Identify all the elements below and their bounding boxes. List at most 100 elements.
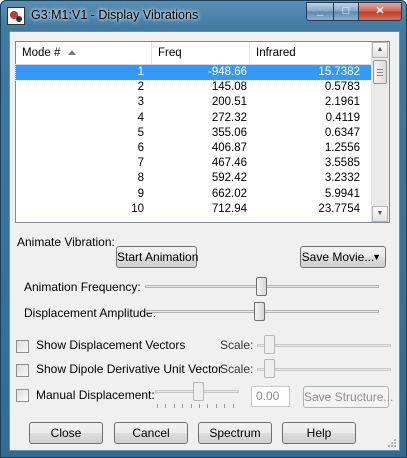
table-row[interactable]: 9 662.02 5.9941 [16, 187, 373, 202]
slider-tick [165, 404, 167, 408]
column-header-freq[interactable]: Freq [152, 42, 250, 64]
minimize-button[interactable]: _ [306, 2, 334, 21]
infrared-cell: 1.2556 [324, 141, 360, 154]
help-button[interactable]: Help [282, 422, 356, 444]
freq-cell: 406.87 [211, 141, 247, 154]
dropdown-arrow-icon: ▼ [372, 252, 381, 262]
grip-line [377, 75, 383, 76]
freq-cell: 200.51 [211, 96, 247, 109]
grip-line [377, 69, 383, 70]
mode-cell: 6 [137, 141, 144, 154]
scale-label-vectors: Scale: [220, 338, 254, 352]
infrared-cell: 0.6347 [324, 126, 360, 139]
table-row[interactable]: 2 145.08 0.5783 [16, 80, 373, 95]
scale-label-dipole: Scale: [220, 362, 254, 376]
title-bar[interactable]: G3:M1:V1 - Display Vibrations _ □ ✕ [1, 1, 406, 31]
slider-tick [215, 404, 217, 408]
infrared-cell: 2.1961 [324, 96, 360, 109]
window-title: G3:M1:V1 - Display Vibrations [31, 8, 199, 22]
save-movie-label: Save Movie... [301, 250, 375, 264]
freq-cell: 355.06 [211, 126, 247, 139]
slider-tick [157, 404, 158, 408]
infrared-cell: 3.2332 [324, 172, 360, 185]
animation-frequency-thumb[interactable] [256, 277, 267, 296]
table-row[interactable]: 4 272.32 0.4119 [16, 111, 373, 126]
column-label: Freq [158, 47, 182, 59]
column-label: Infrared [256, 47, 296, 59]
infrared-cell: 0.4119 [325, 111, 360, 124]
list-scrollbar[interactable]: ▲ ▼ [371, 42, 389, 222]
slider-tick [190, 404, 192, 408]
grip-line [377, 72, 383, 73]
slider-tick [207, 404, 209, 408]
list-rows: 1 -948.66 15.7382 2 145.08 0.5783 3 200.51 2.1… [15, 63, 374, 217]
table-row[interactable]: 3 200.51 2.1961 [16, 95, 373, 110]
infrared-cell: 0.5783 [324, 81, 360, 94]
save-structure-button[interactable]: Save Structure... [303, 386, 393, 408]
mode-cell: 3 [137, 96, 144, 109]
cancel-button[interactable]: Cancel [114, 422, 188, 444]
mode-cell: 5 [137, 126, 144, 139]
save-movie-button[interactable]: Save Movie... ▼ [300, 246, 386, 268]
scroll-thumb[interactable] [373, 60, 387, 84]
manual-displacement-checkbox[interactable] [16, 389, 29, 402]
freq-cell: 272.32 [211, 111, 247, 124]
scroll-up-icon[interactable]: ▲ [372, 42, 388, 58]
infrared-cell: 23.7754 [318, 202, 360, 215]
infrared-cell: 15.7382 [318, 66, 360, 78]
table-row[interactable]: 6 406.87 1.2556 [16, 141, 373, 156]
slider-tick [232, 404, 234, 408]
table-row[interactable]: 8 592.42 3.2332 [16, 171, 373, 186]
freq-cell: 712.94 [211, 202, 247, 215]
infrared-cell: 3.5585 [324, 157, 360, 170]
column-header-infrared[interactable]: Infrared [250, 42, 373, 64]
vector-scale-slider[interactable] [257, 344, 391, 347]
gaussview-app-icon [7, 7, 25, 25]
spectrum-button[interactable]: Spectrum [198, 422, 272, 444]
table-row[interactable]: 7 467.46 3.5585 [16, 156, 373, 171]
start-animation-button[interactable]: Start Animation [116, 246, 198, 268]
show-displacement-vectors-checkbox[interactable] [16, 340, 29, 353]
manual-displacement-thumb[interactable] [193, 382, 204, 401]
close-window-button[interactable]: ✕ [358, 2, 402, 21]
slider-tick [182, 404, 184, 408]
column-header-mode[interactable]: Mode # [16, 42, 152, 64]
close-button[interactable]: Close [29, 422, 103, 444]
dipole-scale-slider[interactable] [257, 368, 391, 371]
infrared-cell: 5.9941 [324, 187, 360, 200]
show-dipole-derivative-label: Show Dipole Derivative Unit Vector [36, 362, 223, 376]
slider-tick [199, 404, 200, 408]
displacement-amplitude-thumb[interactable] [254, 302, 265, 321]
animate-vibration-label: Animate Vibration: [17, 235, 115, 249]
mode-cell: 8 [137, 172, 144, 185]
mode-cell: 9 [137, 187, 144, 200]
mode-cell: 2 [137, 81, 144, 94]
vector-scale-thumb[interactable] [264, 335, 275, 354]
table-row[interactable]: 5 355.06 0.6347 [16, 126, 373, 141]
freq-cell: 467.46 [211, 157, 247, 170]
table-row[interactable]: 1 -948.66 15.7382 [15, 63, 374, 82]
show-displacement-vectors-label: Show Displacement Vectors [36, 338, 186, 352]
freq-cell: 662.02 [211, 187, 247, 200]
manual-displacement-value[interactable]: 0.00 [251, 386, 290, 407]
resize-grip-icon[interactable] [387, 438, 397, 448]
slider-tick [224, 404, 226, 408]
list-header: Mode # Freq Infrared [16, 42, 373, 65]
mode-cell: 1 [137, 66, 144, 78]
freq-cell: 145.08 [211, 81, 247, 94]
freq-cell: 592.42 [211, 172, 247, 185]
freq-cell: -948.66 [207, 66, 247, 78]
vibration-list[interactable]: Mode # Freq Infrared 1 -948.66 15.7382 2 14… [15, 41, 390, 223]
displacement-amplitude-label: Displacement Amplitude: [24, 306, 157, 320]
animation-frequency-label: Animation Frequency: [24, 280, 141, 294]
show-dipole-derivative-checkbox[interactable] [16, 364, 29, 377]
slider-tick [173, 404, 175, 408]
maximize-button[interactable]: □ [333, 2, 359, 21]
display-vibrations-window: G3:M1:V1 - Display Vibrations _ □ ✕ Mode… [0, 0, 407, 458]
sort-ascending-icon [68, 50, 77, 56]
table-row[interactable]: 10 712.94 23.7754 [16, 202, 373, 217]
scroll-down-icon[interactable]: ▼ [372, 206, 388, 222]
manual-displacement-label: Manual Displacement: [36, 388, 155, 402]
mode-cell: 4 [137, 111, 144, 124]
dipole-scale-thumb[interactable] [264, 359, 275, 378]
